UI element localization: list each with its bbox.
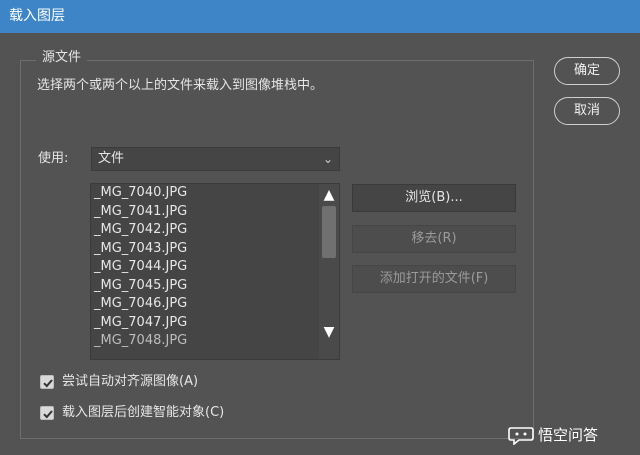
file-list-item[interactable]: _MG_7044.JPG bbox=[94, 258, 187, 276]
file-list-item[interactable]: _MG_7042.JPG bbox=[94, 221, 187, 239]
dialog-title: 载入图层 bbox=[0, 0, 640, 33]
use-label: 使用: bbox=[38, 151, 69, 166]
remove-button[interactable]: 移去(R) bbox=[352, 225, 516, 253]
ok-button[interactable]: 确定 bbox=[554, 57, 620, 85]
scroll-thumb[interactable] bbox=[322, 206, 336, 258]
file-list[interactable]: _MG_7040.JPG _MG_7041.JPG _MG_7042.JPG _… bbox=[90, 183, 340, 360]
auto-align-label: 尝试自动对齐源图像(A) bbox=[62, 374, 199, 389]
watermark-text: 悟空问答 bbox=[538, 426, 599, 444]
use-select[interactable]: 文件 ⌄ bbox=[91, 147, 340, 171]
browse-button[interactable]: 浏览(B)... bbox=[352, 184, 516, 212]
auto-align-checkbox[interactable] bbox=[40, 375, 54, 389]
add-open-files-button[interactable]: 添加打开的文件(F) bbox=[352, 265, 516, 293]
scroll-up-arrow-icon[interactable]: ▲ bbox=[319, 186, 339, 204]
smart-object-label: 载入图层后创建智能对象(C) bbox=[62, 405, 225, 420]
use-select-value: 文件 bbox=[98, 151, 125, 166]
speech-bubble-logo-icon bbox=[508, 427, 534, 445]
file-list-scrollbar[interactable]: ▲ ▼ bbox=[319, 184, 339, 359]
file-list-item[interactable]: _MG_7045.JPG bbox=[94, 277, 187, 295]
file-list-item[interactable]: _MG_7040.JPG bbox=[94, 184, 187, 202]
watermark: 悟空问答 bbox=[508, 420, 638, 450]
scroll-down-arrow-icon[interactable]: ▼ bbox=[319, 323, 339, 341]
smart-object-checkbox[interactable] bbox=[40, 406, 54, 420]
file-list-item[interactable]: _MG_7048.JPG bbox=[94, 332, 187, 350]
file-list-item[interactable]: _MG_7041.JPG bbox=[94, 203, 187, 221]
source-files-description: 选择两个或两个以上的文件来载入到图像堆栈中。 bbox=[37, 78, 324, 93]
checkmark-icon bbox=[43, 410, 53, 419]
checkmark-icon bbox=[43, 379, 53, 388]
file-list-item[interactable]: _MG_7046.JPG bbox=[94, 295, 187, 313]
file-list-item[interactable]: _MG_7047.JPG bbox=[94, 314, 187, 332]
source-files-legend: 源文件 bbox=[36, 50, 88, 66]
cancel-button[interactable]: 取消 bbox=[554, 97, 620, 125]
chevron-down-icon: ⌄ bbox=[322, 152, 333, 166]
file-list-item[interactable]: _MG_7043.JPG bbox=[94, 240, 187, 258]
